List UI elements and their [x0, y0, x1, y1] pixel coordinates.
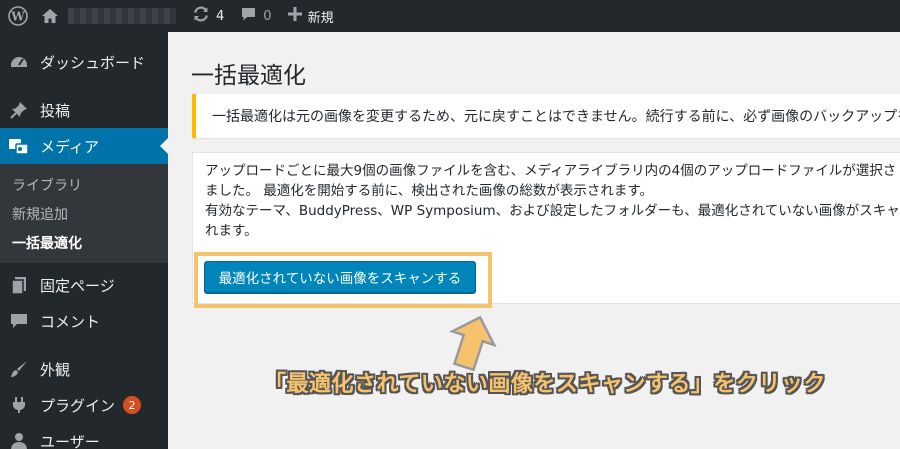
sidebar-item-label: ダッシュボード [40, 53, 146, 72]
submenu-item-library[interactable]: ライブラリ [0, 170, 168, 199]
sidebar-item-label: 投稿 [40, 101, 71, 120]
card-description: アップロードごとに最大9個の画像ファイルを含む、メディアライブラリ内の4個のアッ… [205, 161, 900, 241]
card-line: れます。 [205, 223, 258, 239]
card-line: ました。 最適化を開始する前に、検出された画像の総数が表示されます。 [205, 183, 654, 199]
svg-text:W: W [10, 10, 25, 24]
media-submenu: ライブラリ 新規追加 一括最適化 [0, 164, 168, 263]
sidebar-item-label: 固定ページ [40, 276, 115, 295]
sidebar-item-label: メディア [40, 137, 99, 156]
admin-sidebar: ダッシュボード 投稿 メディア ライブラリ 新規追加 一括最適化 固定ページ コ… [0, 32, 168, 449]
sidebar-item-comments[interactable]: コメント [0, 303, 168, 339]
warning-notice: 一括最適化は元の画像を変更するため、元に戻すことはできません。続行する前に、必ず… [192, 94, 900, 138]
user-icon [8, 430, 30, 449]
wordpress-logo-icon[interactable]: W [0, 0, 36, 32]
dashboard-icon [8, 51, 30, 73]
sidebar-item-appearance[interactable]: 外観 [0, 351, 168, 387]
notice-text: 一括最適化は元の画像を変更するため、元に戻すことはできません。続行する前に、必ず… [212, 109, 900, 125]
pages-icon [8, 274, 30, 296]
sidebar-item-plugins[interactable]: プラグイン 2 [0, 387, 168, 423]
brush-icon [8, 358, 30, 380]
sidebar-item-media[interactable]: メディア [0, 128, 168, 164]
comment-bubble-icon [240, 6, 257, 26]
main-content: 一括最適化 一括最適化は元の画像を変更するため、元に戻すことはできません。続行す… [168, 32, 900, 449]
updates-count: 4 [216, 8, 225, 24]
comments-button[interactable]: 0 [232, 0, 279, 32]
comment-icon [8, 310, 30, 332]
card-line: アップロードごとに最大9個の画像ファイルを含む、メディアライブラリ内の4個のアッ… [205, 163, 897, 179]
pin-icon [8, 99, 30, 121]
sidebar-item-pages[interactable]: 固定ページ [0, 267, 168, 303]
plugin-icon [8, 394, 30, 416]
new-label: 新規 [307, 10, 334, 26]
comments-count: 0 [263, 8, 272, 24]
plugin-update-badge: 2 [123, 396, 142, 414]
card-line: 有効なテーマ、BuddyPress、WP Symposium、および設定したフォ… [205, 203, 900, 219]
media-icon [8, 135, 30, 157]
sidebar-item-label: 外観 [40, 360, 71, 379]
submenu-item-bulk-optimize[interactable]: 一括最適化 [0, 228, 168, 257]
scan-unoptimized-images-button[interactable]: 最適化されていない画像をスキャンする [204, 261, 476, 293]
sidebar-item-users[interactable]: ユーザー [0, 423, 168, 449]
new-content-button[interactable]: 新規 [280, 0, 342, 32]
instruction-caption: 「最適化されていない画像をスキャンする」をクリック [264, 372, 826, 397]
pointer-arrow-icon [449, 315, 497, 372]
home-icon[interactable] [36, 0, 64, 32]
site-name-blurred[interactable] [68, 8, 176, 24]
sidebar-item-dashboard[interactable]: ダッシュボード [0, 44, 168, 80]
plus-icon [287, 7, 302, 25]
submenu-item-add-new[interactable]: 新規追加 [0, 199, 168, 228]
sidebar-item-label: コメント [40, 312, 101, 331]
admin-bar: W 4 0 新規 [0, 0, 900, 32]
page-title: 一括最適化 [191, 63, 306, 89]
updates-button[interactable]: 4 [184, 0, 232, 32]
sidebar-item-posts[interactable]: 投稿 [0, 92, 168, 128]
sidebar-item-label: ユーザー [40, 432, 100, 449]
refresh-icon [192, 5, 210, 27]
sidebar-item-label: プラグイン [40, 396, 116, 415]
